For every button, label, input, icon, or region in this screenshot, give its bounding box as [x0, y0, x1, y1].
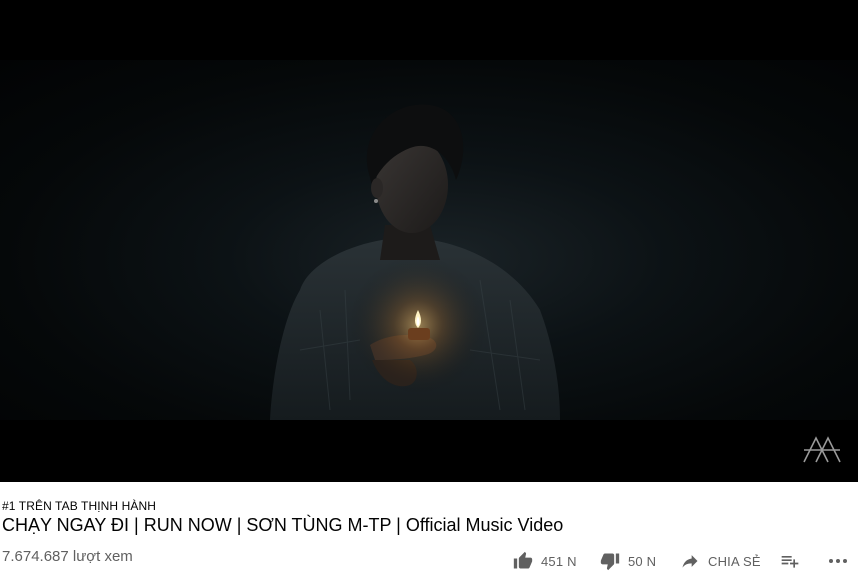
thumbs-up-icon: [513, 551, 533, 571]
more-horiz-icon: [826, 549, 850, 573]
letterbox-bottom: [0, 420, 858, 482]
channel-watermark-logo: [803, 436, 841, 463]
share-label: CHIA SẺ: [708, 553, 761, 569]
share-arrow-icon: [680, 551, 700, 571]
video-title: CHẠY NGAY ĐI | RUN NOW | SƠN TÙNG M-TP |…: [2, 515, 564, 535]
add-to-playlist-icon: [780, 551, 800, 571]
share-button[interactable]: CHIA SẺ: [680, 549, 761, 573]
more-actions-button[interactable]: [826, 549, 850, 573]
trending-hashtag-link[interactable]: #1 TRÊN TAB THỊNH HÀNH: [2, 499, 156, 513]
dislike-button[interactable]: 50 N: [600, 549, 656, 573]
like-button[interactable]: 451 N: [513, 549, 577, 573]
save-to-playlist-button[interactable]: [780, 549, 800, 573]
like-count: 451 N: [541, 553, 577, 569]
video-actions: 451 N 50 N CHIA SẺ: [0, 549, 858, 573]
video-frame[interactable]: [0, 60, 858, 420]
dislike-count: 50 N: [628, 553, 657, 569]
letterbox-top: [0, 0, 858, 60]
watch-page: #1 TRÊN TAB THỊNH HÀNH CHẠY NGAY ĐI | RU…: [0, 0, 858, 584]
video-player[interactable]: [0, 0, 858, 482]
thumbs-down-icon: [600, 551, 620, 571]
video-scene-image: [270, 104, 560, 420]
video-info: #1 TRÊN TAB THỊNH HÀNH CHẠY NGAY ĐI | RU…: [0, 482, 858, 584]
